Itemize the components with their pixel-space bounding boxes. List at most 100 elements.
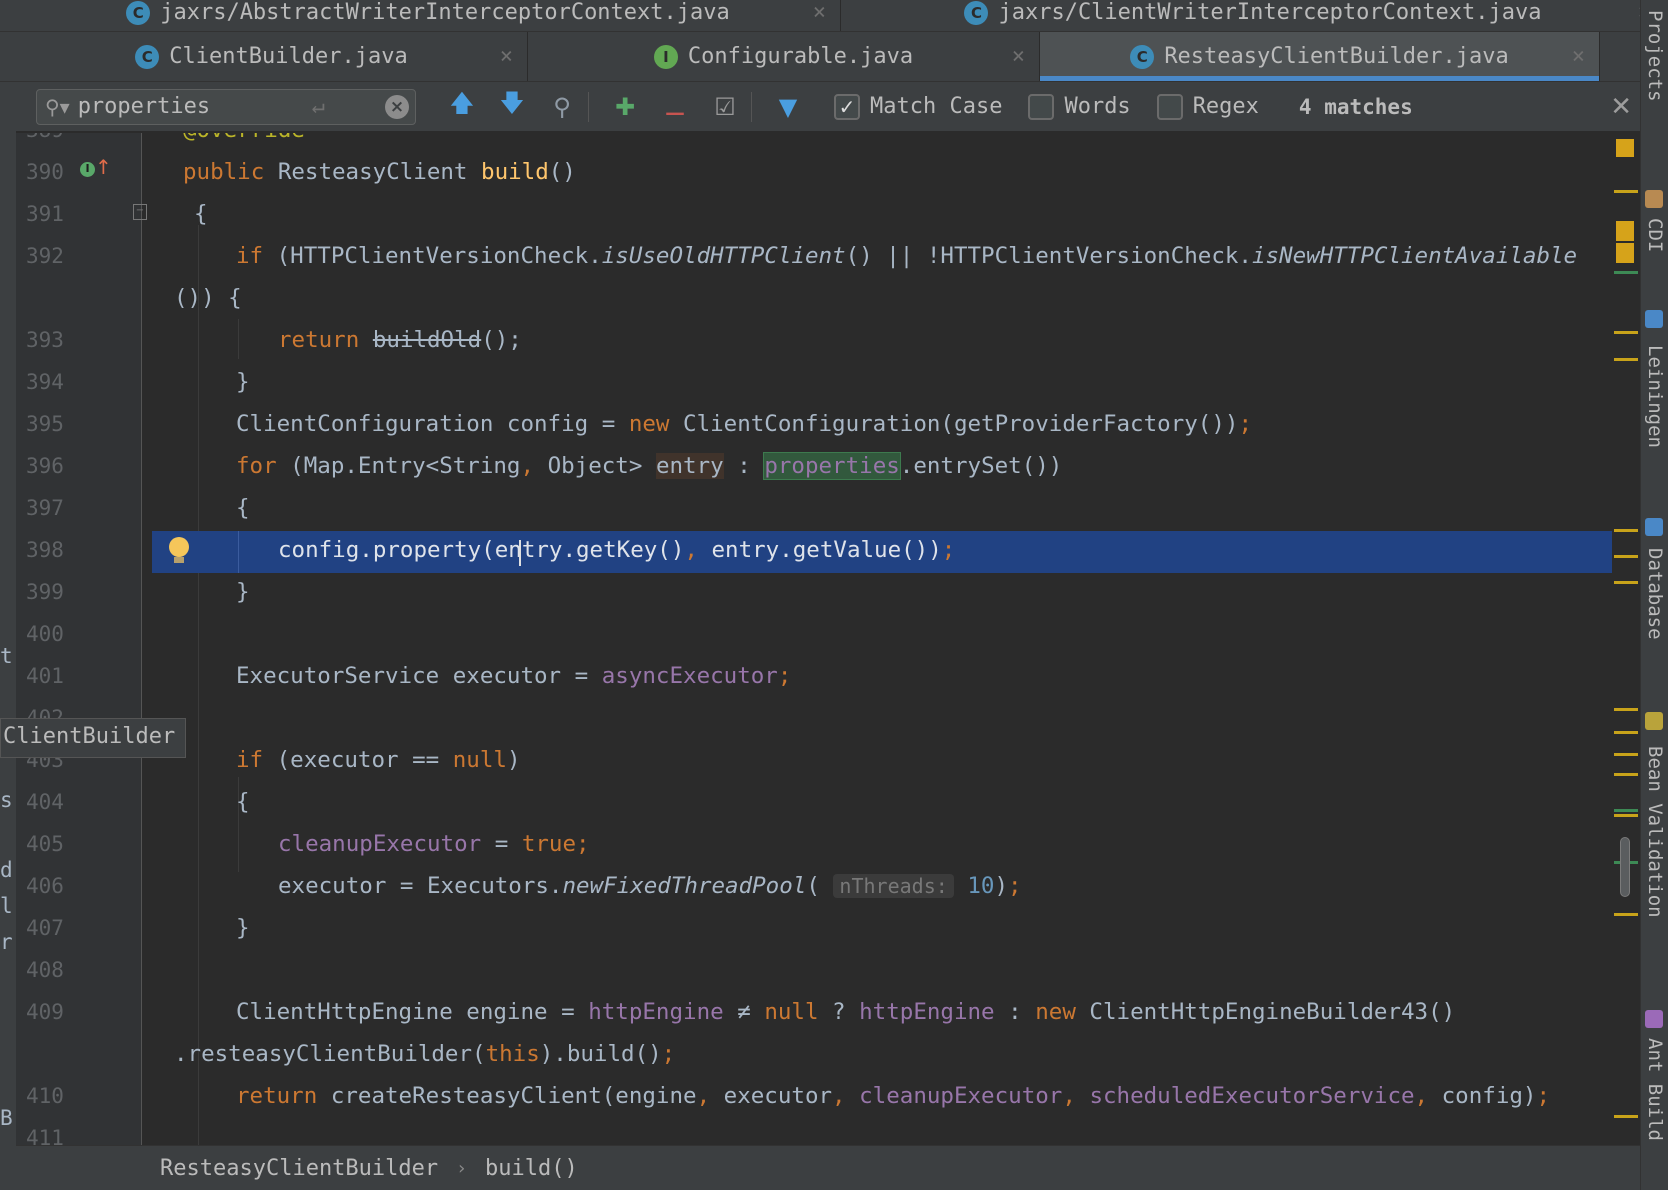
search-input[interactable] [77, 94, 308, 119]
previous-occurrence-icon[interactable]: 🡅 [442, 87, 482, 127]
code-line[interactable]: 390 I ↑ public ResteasyClient build() [16, 153, 1640, 195]
code-text: ExecutorService executor = asyncExecutor… [236, 663, 792, 689]
toolbar-separator [751, 91, 752, 122]
tool-window-database[interactable]: Database [1644, 548, 1666, 640]
clear-search-icon[interactable]: × [385, 94, 409, 119]
tool-window-ant-build[interactable]: Ant Build [1644, 1038, 1666, 1141]
breadcrumb-class[interactable]: ResteasyClientBuilder [160, 1156, 438, 1181]
code-line[interactable]: 403 if (executor == null) [16, 741, 1640, 783]
stripe-mark[interactable] [1614, 581, 1638, 584]
code-editor[interactable]: 389 @Override 390 I ↑ public ResteasyCli… [16, 133, 1640, 1145]
code-text: { [194, 201, 208, 227]
structure-popup[interactable]: ClientBuilder [0, 718, 186, 758]
tab-client-builder[interactable]: C ClientBuilder.java × [16, 32, 528, 81]
code-text: return createResteasyClient(engine, exec… [236, 1083, 1551, 1109]
search-box: ⚲▾ ↵ × [36, 88, 416, 125]
right-tool-window-bar: Projects CDI Leiningen Database Bean Val… [1640, 0, 1668, 1190]
close-icon[interactable]: × [500, 44, 513, 69]
code-line-wrapped[interactable]: .resteasyClientBuilder(this).build(); [16, 1035, 1640, 1077]
annotation-text: @Override [183, 133, 305, 143]
filter-icon[interactable]: ▼ [768, 87, 808, 127]
code-line[interactable]: 396 for (Map.Entry<String, Object> entry… [16, 447, 1640, 489]
code-line-wrapped[interactable]: ()) { [16, 279, 1640, 321]
stripe-mark[interactable] [1614, 1115, 1638, 1118]
stripe-mark[interactable] [1614, 190, 1638, 193]
checkbox-icon[interactable] [1028, 93, 1055, 120]
code-line[interactable]: 405 cleanupExecutor = true; [16, 825, 1640, 867]
code-line[interactable]: 394 } [16, 363, 1640, 405]
tab-resteasy-client-builder[interactable]: C ResteasyClientBuilder.java × [1040, 32, 1600, 81]
stripe-mark[interactable] [1614, 753, 1638, 756]
lightbulb-icon[interactable] [169, 537, 189, 563]
tool-window-cdi[interactable]: CDI [1644, 218, 1666, 252]
stripe-mark[interactable] [1614, 773, 1638, 776]
tab-client-writer-interceptor-context[interactable]: C jaxrs/ClientWriterInterceptorContext.j… [841, 0, 1666, 31]
code-line[interactable]: 399 } [16, 573, 1640, 615]
file-status-icon[interactable] [1616, 139, 1634, 157]
code-line[interactable]: 397 { [16, 489, 1640, 531]
stripe-mark[interactable] [1614, 271, 1638, 274]
vertical-scrollbar-thumb[interactable] [1620, 837, 1630, 897]
code-text: public ResteasyClient build() [183, 159, 576, 185]
code-line-current[interactable]: 398 config.property(entry.getKey(), entr… [16, 531, 1640, 573]
close-icon[interactable]: × [813, 0, 826, 25]
remove-occurrence-icon[interactable]: ⚊ [655, 87, 695, 127]
code-text: ClientHttpEngine engine = httpEngine ≠ n… [236, 999, 1456, 1025]
close-find-icon[interactable]: ✕ [1610, 92, 1632, 122]
code-text: config.property(entry.getKey(), entry.ge… [278, 537, 956, 563]
stripe-mark[interactable] [1614, 555, 1638, 558]
words-checkbox[interactable]: Words [1028, 93, 1131, 120]
regex-checkbox[interactable]: Regex [1156, 93, 1259, 120]
stripe-mark[interactable] [1614, 731, 1638, 734]
stripe-mark[interactable] [1616, 243, 1634, 263]
close-icon[interactable]: × [1572, 44, 1585, 69]
code-line[interactable]: 407 } [16, 909, 1640, 951]
code-line[interactable]: 391 − { [16, 195, 1640, 237]
tab-abstract-writer-interceptor-context[interactable]: C jaxrs/AbstractWriterInterceptorContext… [16, 0, 841, 31]
select-all-occurrences-icon[interactable]: ☑ [705, 87, 745, 127]
close-icon[interactable]: × [1012, 44, 1025, 69]
breadcrumb-method[interactable]: build() [485, 1156, 578, 1181]
regex-label: Regex [1192, 94, 1259, 119]
code-line[interactable]: 402 [16, 699, 1640, 741]
project-pane-edge[interactable] [0, 0, 16, 1190]
code-line[interactable]: 400 [16, 615, 1640, 657]
implements-method-icon[interactable]: I [80, 162, 95, 177]
tool-window-projects[interactable]: Projects [1644, 10, 1666, 102]
find-all-icon[interactable]: ⚲ [542, 87, 582, 127]
indent-guide [238, 531, 239, 573]
code-line[interactable]: 404 { [16, 783, 1640, 825]
code-line[interactable]: 392 if (HTTPClientVersionCheck.isUseOldH… [16, 237, 1640, 279]
search-history-icon[interactable]: ⚲▾ [45, 95, 70, 119]
class-icon: C [1130, 44, 1155, 69]
stripe-mark[interactable] [1614, 331, 1638, 334]
code-line[interactable]: 406 executor = Executors.newFixedThreadP… [16, 867, 1640, 909]
tool-window-bean-validation[interactable]: Bean Validation [1644, 746, 1666, 918]
stripe-mark[interactable] [1616, 221, 1634, 241]
stripe-mark[interactable] [1614, 913, 1638, 916]
add-occurrence-icon[interactable]: ✚ [605, 87, 645, 127]
code-line[interactable]: 395 ClientConfiguration config = new Cli… [16, 405, 1640, 447]
fold-icon[interactable]: − [133, 204, 147, 220]
tab-configurable[interactable]: I Configurable.java × [528, 32, 1040, 81]
interface-icon: I [653, 44, 678, 69]
code-line[interactable]: 401 ExecutorService executor = asyncExec… [16, 657, 1640, 699]
code-line[interactable]: 409 ClientHttpEngine engine = httpEngine… [16, 993, 1640, 1035]
tool-window-leiningen[interactable]: Leiningen [1644, 345, 1666, 448]
stripe-mark[interactable] [1614, 529, 1638, 532]
stripe-mark[interactable] [1614, 809, 1638, 812]
next-occurrence-icon[interactable]: 🡇 [492, 87, 532, 127]
code-line[interactable]: 408 [16, 951, 1640, 993]
stripe-mark[interactable] [1614, 358, 1638, 361]
code-line[interactable]: 411 [16, 1119, 1640, 1145]
code-line[interactable]: 389 @Override [16, 133, 1640, 153]
stripe-mark[interactable] [1614, 708, 1638, 711]
code-line[interactable]: 410 return createResteasyClient(engine, … [16, 1077, 1640, 1119]
match-case-checkbox[interactable]: ✓ Match Case [834, 93, 1002, 120]
line-number: 395 [26, 412, 64, 436]
stripe-mark[interactable] [1614, 814, 1638, 817]
checkbox-icon[interactable]: ✓ [834, 93, 860, 120]
error-stripe[interactable] [1612, 133, 1640, 1145]
code-line[interactable]: 393 return buildOld(); [16, 321, 1640, 363]
checkbox-icon[interactable] [1156, 93, 1183, 120]
